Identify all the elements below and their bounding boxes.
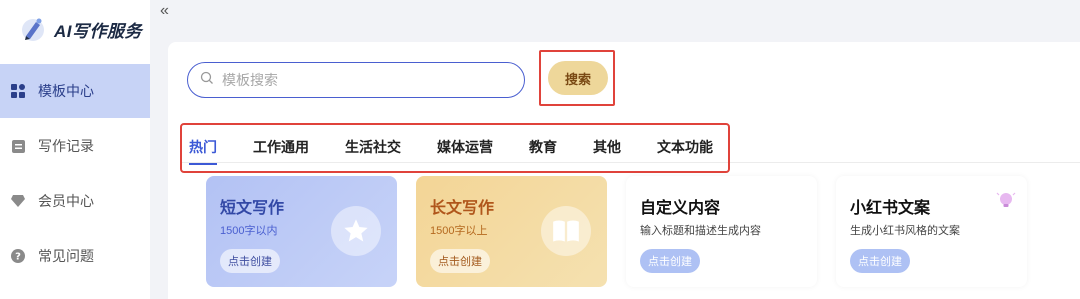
sidebar-item-writing-records[interactable]: 写作记录: [0, 119, 150, 173]
svg-text:?: ?: [15, 252, 21, 263]
card-title: 短文写作: [220, 200, 285, 217]
grid-icon: [10, 83, 26, 99]
document-icon: [10, 138, 26, 154]
sidebar-item-label: 模板中心: [38, 83, 94, 99]
create-button[interactable]: 点击创建: [430, 249, 490, 273]
sidebar-item-faq[interactable]: ? 常见问题: [0, 229, 150, 283]
card-subtitle: 1500字以内: [220, 225, 278, 237]
tab-hot[interactable]: 热门: [189, 137, 217, 165]
star-icon: [331, 206, 381, 256]
tab-social[interactable]: 生活社交: [345, 137, 401, 157]
create-button[interactable]: 点击创建: [640, 249, 700, 273]
tab-media[interactable]: 媒体运营: [437, 137, 493, 157]
search-input[interactable]: [222, 72, 502, 88]
lightbulb-icon: [995, 190, 1017, 212]
sidebar-item-label: 写作记录: [38, 138, 94, 154]
pen-logo-icon: [18, 14, 48, 44]
card-title: 自定义内容: [640, 200, 721, 217]
search-button-highlight: 搜索: [539, 50, 615, 106]
search-bar: [187, 62, 525, 98]
app-logo: AI写作服务: [18, 14, 142, 44]
collapse-sidebar-icon[interactable]: «: [160, 2, 169, 20]
tab-work[interactable]: 工作通用: [253, 137, 309, 157]
template-card-long-writing[interactable]: 长文写作 1500字以上 点击创建: [416, 176, 607, 287]
sidebar-item-membership[interactable]: 会员中心: [0, 174, 150, 228]
diamond-icon: [10, 193, 26, 209]
template-card-custom-content[interactable]: 自定义内容 输入标题和描述生成内容 点击创建: [626, 176, 817, 287]
template-card-short-writing[interactable]: 短文写作 1500字以内 点击创建: [206, 176, 397, 287]
card-subtitle: 1500字以上: [430, 225, 488, 237]
tab-other[interactable]: 其他: [593, 137, 621, 157]
create-button[interactable]: 点击创建: [850, 249, 910, 273]
tab-text-tools[interactable]: 文本功能: [657, 137, 713, 157]
book-icon: [541, 206, 591, 256]
card-subtitle: 输入标题和描述生成内容: [640, 225, 761, 237]
card-title: 小红书文案: [850, 200, 931, 217]
category-tabs: 热门 工作通用 生活社交 媒体运营 教育 其他 文本功能: [189, 137, 713, 165]
search-button[interactable]: 搜索: [548, 61, 608, 95]
template-card-xiaohongshu[interactable]: 小红书文案 生成小红书风格的文案 点击创建: [836, 176, 1027, 287]
app-name: AI写作服务: [54, 21, 142, 41]
sidebar-item-templates[interactable]: 模板中心: [0, 64, 150, 118]
sidebar-item-label: 会员中心: [38, 193, 94, 209]
card-title: 长文写作: [430, 200, 495, 217]
main-panel: 搜索 热门 工作通用 生活社交 媒体运营 教育 其他 文本功能 短文写作 150…: [168, 42, 1080, 299]
question-icon: ?: [10, 248, 26, 264]
category-tabs-highlight: 热门 工作通用 生活社交 媒体运营 教育 其他 文本功能: [180, 123, 730, 173]
search-icon: [200, 71, 214, 90]
sidebar-item-label: 常见问题: [38, 248, 94, 264]
tab-education[interactable]: 教育: [529, 137, 557, 157]
card-subtitle: 生成小红书风格的文案: [850, 225, 960, 237]
sidebar: AI写作服务 模板中心 写作记录 会员中心 ? 常见问题: [0, 0, 150, 299]
create-button[interactable]: 点击创建: [220, 249, 280, 273]
